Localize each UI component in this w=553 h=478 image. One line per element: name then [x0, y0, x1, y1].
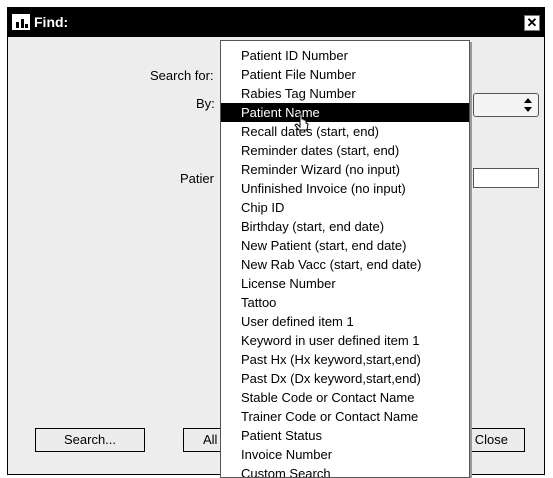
patient-label: Patier [180, 171, 214, 186]
dropdown-option[interactable]: Patient File Number [221, 65, 469, 84]
search-button[interactable]: Search... [35, 428, 145, 452]
dropdown-option[interactable]: Patient Name [221, 103, 469, 122]
by-label: By: [196, 96, 215, 111]
dropdown-option[interactable]: Invoice Number [221, 445, 469, 464]
dropdown-option[interactable]: Chip ID [221, 198, 469, 217]
dropdown-option[interactable]: Unfinished Invoice (no input) [221, 179, 469, 198]
dropdown-option[interactable]: Keyword in user defined item 1 [221, 331, 469, 350]
search-by-dropdown-menu: Patient ID Number Patient File Number Rabi… [220, 40, 470, 478]
dropdown-option[interactable]: User defined item 1 [221, 312, 469, 331]
search-value-input[interactable] [473, 168, 539, 188]
dropdown-option[interactable]: Reminder dates (start, end) [221, 141, 469, 160]
dropdown-option[interactable]: Rabies Tag Number [221, 84, 469, 103]
chart-window-icon [12, 14, 30, 30]
dropdown-option[interactable]: Trainer Code or Contact Name [221, 407, 469, 426]
close-icon[interactable]: ✕ [524, 15, 540, 31]
window-title: Find: [34, 14, 69, 30]
dropdown-option[interactable]: New Rab Vacc (start, end date) [221, 255, 469, 274]
title-bar[interactable]: Find: ✕ [8, 8, 544, 37]
dropdown-option[interactable]: Reminder Wizard (no input) [221, 160, 469, 179]
dropdown-option[interactable]: Patient Status [221, 426, 469, 445]
mouse-pointer-icon [294, 113, 309, 131]
dropdown-option[interactable]: Custom Search [221, 464, 469, 477]
dropdown-option[interactable]: Past Hx (Hx keyword,start,end) [221, 350, 469, 369]
dropdown-option[interactable]: New Patient (start, end date) [221, 236, 469, 255]
dropdown-option[interactable]: Past Dx (Dx keyword,start,end) [221, 369, 469, 388]
dropdown-option[interactable]: Patient ID Number [221, 46, 469, 65]
dropdown-option[interactable]: Tattoo [221, 293, 469, 312]
search-by-select[interactable] [473, 93, 539, 117]
dropdown-option[interactable]: Stable Code or Contact Name [221, 388, 469, 407]
up-down-arrows-icon [524, 98, 532, 112]
search-for-label: Search for: [150, 68, 214, 83]
dropdown-option[interactable]: Birthday (start, end date) [221, 217, 469, 236]
dropdown-option[interactable]: License Number [221, 274, 469, 293]
dropdown-option[interactable]: Recall dates (start, end) [221, 122, 469, 141]
